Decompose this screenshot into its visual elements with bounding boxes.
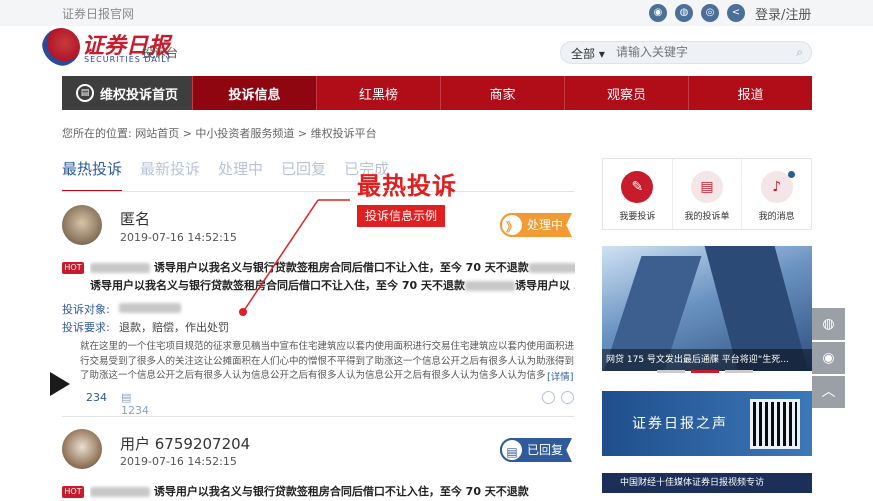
login-register-link[interactable]: 登录/注册 <box>755 4 811 23</box>
status-label: 处理中 <box>527 218 564 232</box>
tab-divider <box>62 191 574 192</box>
carousel-dots <box>657 370 753 373</box>
tab-hottest[interactable]: 最热投诉 <box>62 158 123 192</box>
nav-item-merchants[interactable]: 商家 <box>440 76 564 110</box>
user-name[interactable]: 匿名 <box>120 208 150 229</box>
weibo-icon[interactable]: ◉ <box>649 4 667 22</box>
target-value[interactable] <box>119 301 181 314</box>
logo-mark-icon <box>42 28 80 66</box>
voice-title: 证券日报之声 <box>632 416 728 432</box>
carousel-dot-active[interactable] <box>691 370 719 373</box>
detail-link[interactable]: [详情] <box>545 369 574 383</box>
top-bar: 证券日报官网 ◉ ◍ ◎ < 登录/注册 <box>0 0 873 26</box>
redacted-text <box>90 263 150 273</box>
title-line-2-end: 诱导用户以 ... <box>514 279 575 292</box>
weibo-share-icon[interactable] <box>542 391 555 404</box>
video-banner[interactable]: 中国财经十佳媒体证券日报视频专访 <box>602 473 812 493</box>
float-weibo-icon[interactable]: ◉ <box>812 342 845 374</box>
target-label: 投诉对象: <box>62 303 110 316</box>
quick-my-complaint[interactable]: ✎ 我要投诉 <box>603 159 673 229</box>
quick-label: 我的投诉单 <box>684 212 730 222</box>
complaint-body: 就在这里的一个住宅项目规范的征求意见稿当中宣布住宅建筑应以套内使用面积进行交易住… <box>80 340 575 384</box>
avatar[interactable] <box>62 205 102 245</box>
float-wechat-icon[interactable]: ◍ <box>812 308 845 340</box>
complaint-title[interactable]: 诱导用户以我名义与银行贷款签租房合同后借口不让入住，至今 70 天不退款 <box>90 259 575 277</box>
tab-latest[interactable]: 最新投诉 <box>140 158 200 192</box>
search-scope-dropdown[interactable]: 全部 ▾ <box>571 45 605 62</box>
logo-subtitle: 投诉台 <box>142 46 179 60</box>
title-line-1: 诱导用户以我名义与银行贷款签租房合同后借口不让入住，至今 70 天不退款 <box>153 261 529 274</box>
redacted-text <box>119 303 181 313</box>
quick-my-messages[interactable]: ♪ 我的消息 <box>742 159 811 229</box>
wechat-icon[interactable]: ◍ <box>675 4 693 22</box>
redacted-text <box>528 263 575 273</box>
nav-home[interactable]: ▤ 维权投诉首页 <box>62 76 192 110</box>
ticket-icon: ▤ <box>691 171 723 203</box>
carousel-dot[interactable] <box>657 370 685 373</box>
user-name[interactable]: 用户 6759207204 <box>120 433 250 454</box>
demand-label: 投诉要求: <box>62 321 110 334</box>
share-icon[interactable]: < <box>727 4 745 22</box>
search-icon[interactable]: ⌕ <box>796 45 803 60</box>
quick-my-tickets[interactable]: ▤ 我的投诉单 <box>673 159 743 229</box>
tab-replied[interactable]: 已回复 <box>281 158 326 192</box>
back-to-top-icon[interactable]: ︿ <box>812 376 845 408</box>
complaint-title-line2[interactable]: 诱导用户以我名义与银行贷款签租房合同后借口不让入住，至今 70 天不退款 诱导用户… <box>90 277 575 295</box>
main-nav: ▤ 维权投诉首页 投诉信息 红黑榜 商家 观察员 报道 <box>62 76 812 110</box>
pen-icon: ✎ <box>621 171 654 203</box>
redacted-text <box>90 487 150 497</box>
redacted-text <box>464 281 515 291</box>
nav-home-label: 维权投诉首页 <box>99 87 178 103</box>
stats: 234 ▤ 1234 <box>86 391 149 417</box>
hot-badge: HOT <box>62 262 84 274</box>
hot-badge: HOT <box>62 486 84 498</box>
comment-icon[interactable]: ▤ 1234 <box>121 391 149 417</box>
status-badge: 》 处理中 <box>500 213 572 237</box>
quick-label: 我的消息 <box>758 212 795 222</box>
complaint-title[interactable]: 诱导用户以我名义与银行贷款签租房合同后借口不让入住，至今 70 天不退款 <box>90 483 575 501</box>
carousel-dot[interactable] <box>725 370 753 373</box>
nav-item-reports[interactable]: 报道 <box>688 76 812 110</box>
nav-item-complaints[interactable]: 投诉信息 <box>192 76 316 110</box>
qr-code <box>750 399 800 449</box>
home-icon: ▤ <box>75 84 94 102</box>
views-count: 234 <box>86 391 107 404</box>
play-icon[interactable] <box>50 372 70 396</box>
breadcrumb: 您所在的位置: 网站首页 > 中小投资者服务频道 > 维权投诉平台 <box>62 127 377 140</box>
post-date: 2019-07-16 14:52:15 <box>120 455 237 468</box>
status-badge: ▤ 已回复 <box>500 438 572 462</box>
annotation-label: 投诉信息示例 <box>357 205 446 227</box>
item-share-icons <box>536 391 574 407</box>
news-banner[interactable]: 网贷 175 号文发出最后通牒 平台将迎“生死... <box>602 246 812 371</box>
voice-banner[interactable]: 证券日报之声 <box>602 391 812 456</box>
logo[interactable]: 证券日报 SECURITIES DAILY 投诉台 <box>42 28 187 68</box>
title-line-2: 诱导用户以我名义与银行贷款签租房合同后借口不让入住，至今 70 天不退款 <box>90 279 465 292</box>
post-date: 2019-07-16 14:52:15 <box>120 231 237 244</box>
search-bar: 全部 ▾ ⌕ <box>560 41 812 64</box>
notification-dot <box>788 171 796 178</box>
quick-actions: ✎ 我要投诉 ▤ 我的投诉单 ♪ 我的消息 <box>602 158 812 230</box>
processing-icon: 》 <box>500 213 524 237</box>
nav-item-ranking[interactable]: 红黑榜 <box>316 76 440 110</box>
replied-icon: ▤ <box>500 438 524 462</box>
quick-label: 我要投诉 <box>619 212 656 222</box>
body-text: 就在这里的一个住宅项目规范的征求意见稿当中宣布住宅建筑应以套内使用面积进行交易住… <box>80 341 575 381</box>
demand-value: 退款，赔偿，作出处罚 <box>119 321 229 334</box>
title-line-1: 诱导用户以我名义与银行贷款签租房合同后借口不让入住，至今 70 天不退款 <box>153 485 529 498</box>
status-label: 已回复 <box>527 443 564 457</box>
annotation-title: 最热投诉 <box>357 172 457 200</box>
item-divider <box>62 416 574 417</box>
complaint-tabs: 最热投诉 最新投诉 处理中 已回复 已完成 <box>62 158 389 192</box>
app-icon[interactable]: ◎ <box>701 4 719 22</box>
avatar[interactable] <box>62 429 102 469</box>
nav-item-observers[interactable]: 观察员 <box>564 76 688 110</box>
wechat-share-icon[interactable] <box>561 391 574 404</box>
search-input[interactable] <box>616 45 776 59</box>
banner-caption: 网贷 175 号文发出最后通牒 平台将迎“生死... <box>602 349 812 371</box>
site-link[interactable]: 证券日报官网 <box>62 5 134 22</box>
tab-processing[interactable]: 处理中 <box>218 158 263 192</box>
